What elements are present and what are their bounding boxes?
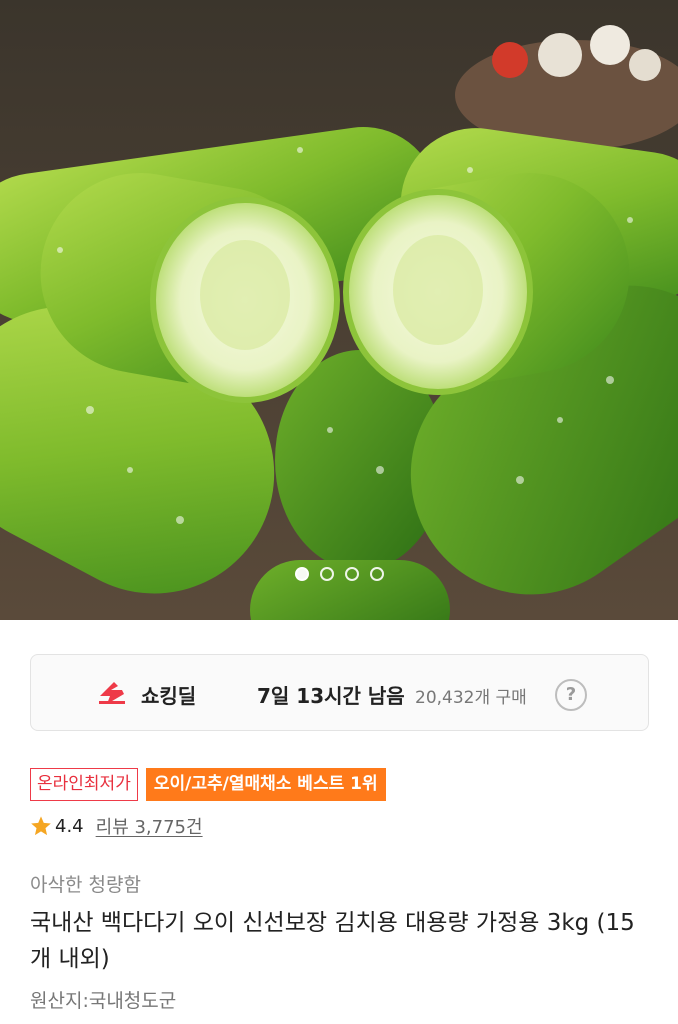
rating-row: 4.4 리뷰 3,775건 xyxy=(30,813,203,839)
badge-row: 온라인최저가 오이/고추/열매채소 베스트 1위 xyxy=(30,768,386,801)
product-title: 국내산 백다다기 오이 신선보장 김치용 대용량 가정용 3kg (15개 내외… xyxy=(30,910,635,972)
product-image-carousel[interactable] xyxy=(0,0,678,620)
purchase-count: 20,432개 구매 xyxy=(415,688,527,708)
product-subtitle: 아삭한 청량함 xyxy=(30,874,141,896)
best-rank-badge[interactable]: 오이/고추/열매채소 베스트 1위 xyxy=(145,768,386,801)
carousel-dot[interactable] xyxy=(319,567,334,581)
shocking-deal-bar[interactable]: 쇼킹딜 7일 13시간 남음 20,432개 구매 ? xyxy=(30,654,649,731)
help-icon[interactable]: ? xyxy=(555,679,587,711)
deal-label: 쇼킹딜 xyxy=(141,684,197,708)
product-origin: 원산지:국내청도군 xyxy=(30,990,177,1012)
carousel-dot[interactable] xyxy=(369,567,384,581)
product-image xyxy=(0,0,678,620)
deal-time-remaining: 7일 13시간 남음 xyxy=(257,684,405,708)
star-icon xyxy=(31,816,51,836)
shocking-deal-icon xyxy=(99,682,125,704)
review-count-link[interactable]: 리뷰 3,775건 xyxy=(96,813,203,839)
carousel-indicator xyxy=(0,567,678,581)
carousel-dot[interactable] xyxy=(294,567,309,581)
rating-score: 4.4 xyxy=(55,815,84,837)
carousel-dot[interactable] xyxy=(344,567,359,581)
lowest-price-badge: 온라인최저가 xyxy=(30,768,138,801)
